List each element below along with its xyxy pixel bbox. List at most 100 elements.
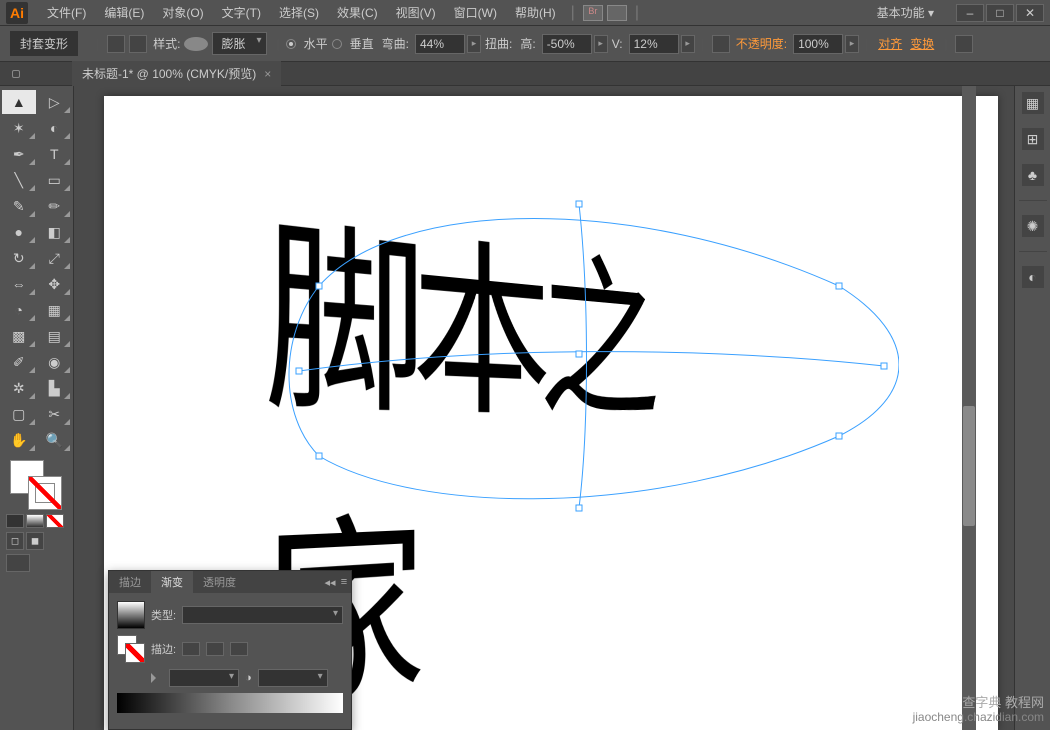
vertical-scrollbar[interactable]	[962, 86, 976, 730]
panel-icon-4[interactable]: ✺	[1022, 215, 1044, 237]
envelope-warp-icon[interactable]	[129, 35, 147, 53]
selection-tool[interactable]: ▲	[2, 90, 36, 114]
scrollbar-thumb[interactable]	[963, 406, 975, 526]
gradient-tool[interactable]: ▤	[38, 324, 72, 348]
menu-file[interactable]: 文件(F)	[38, 4, 95, 21]
panel-tab-gradient[interactable]: 渐变	[151, 571, 193, 593]
menu-effect[interactable]: 效果(C)	[328, 4, 387, 21]
lasso-tool[interactable]: ◐	[38, 116, 72, 140]
gradient-preview-swatch[interactable]	[117, 601, 145, 629]
screen-mode[interactable]	[2, 554, 71, 572]
panel-divider-2	[1019, 251, 1047, 252]
scale-tool[interactable]: ⤢	[38, 246, 72, 270]
watermark-url: jiaocheng.chazidian.com	[913, 710, 1044, 724]
toolbox: ▲ ▷ ✶ ◐ ✒ T ╲ ▭ ✎ ✏ ● ◧ ↻ ⤢ ⇔ ✥ ◔ ▦ ▩ ▤ …	[0, 86, 74, 730]
type-tool[interactable]: T	[38, 142, 72, 166]
zoom-tool[interactable]: 🔍	[38, 428, 72, 452]
tab-indicator-icon[interactable]	[12, 70, 20, 78]
aspect-icon: ◑	[245, 672, 252, 684]
free-transform-tool[interactable]: ✥	[38, 272, 72, 296]
angle-input[interactable]	[169, 669, 239, 687]
blob-brush-tool[interactable]: ●	[2, 220, 36, 244]
draw-normal-icon[interactable]: ◻	[6, 532, 24, 550]
options-title: 封套变形	[10, 31, 78, 56]
panel-icon-5[interactable]: ◐	[1022, 266, 1044, 288]
align-link[interactable]: 对齐	[878, 35, 902, 52]
draw-behind-icon[interactable]: ◼	[26, 532, 44, 550]
warp-style-dropdown[interactable]: 膨胀	[212, 32, 266, 55]
panel-icon-2[interactable]: ⊞	[1022, 128, 1044, 150]
opacity-stepper[interactable]: ▸	[845, 35, 859, 53]
rectangle-tool[interactable]: ▭	[38, 168, 72, 192]
transform-link[interactable]: 变换	[910, 35, 934, 52]
pencil-tool[interactable]: ✏	[38, 194, 72, 218]
magic-wand-tool[interactable]: ✶	[2, 116, 36, 140]
menu-select[interactable]: 选择(S)	[270, 4, 328, 21]
line-tool[interactable]: ╲	[2, 168, 36, 192]
isolate-icon[interactable]	[955, 35, 973, 53]
dist-h-stepper[interactable]: ▸	[594, 35, 608, 53]
shape-builder-tool[interactable]: ◔	[2, 298, 36, 322]
gradient-type-dropdown[interactable]	[182, 606, 343, 624]
eraser-tool[interactable]: ◧	[38, 220, 72, 244]
panel-icon-3[interactable]: ♣	[1022, 164, 1044, 186]
arrange-docs-button[interactable]	[607, 5, 627, 21]
panel-tab-transparency[interactable]: 透明度	[193, 571, 246, 593]
menu-window[interactable]: 窗口(W)	[445, 4, 506, 21]
slice-tool[interactable]: ✂	[38, 402, 72, 426]
menu-object[interactable]: 对象(O)	[153, 4, 212, 21]
stroke-mode-2-icon[interactable]	[206, 642, 224, 656]
stroke-color[interactable]	[28, 476, 62, 510]
gradient-fill-stroke-swatch[interactable]	[117, 635, 145, 663]
panel-menu-icon[interactable]: ≡	[337, 576, 351, 588]
distort-h-input[interactable]: -50%	[542, 34, 592, 54]
envelope-outline[interactable]	[279, 176, 899, 536]
minimize-button[interactable]: –	[956, 4, 984, 22]
pen-tool[interactable]: ✒	[2, 142, 36, 166]
bridge-button[interactable]: Br	[583, 5, 603, 21]
symbol-sprayer-tool[interactable]: ✲	[2, 376, 36, 400]
panel-tab-stroke[interactable]: 描边	[109, 571, 151, 593]
rotate-tool[interactable]: ↻	[2, 246, 36, 270]
opacity-input[interactable]: 100%	[793, 34, 843, 54]
panel-collapse-icon[interactable]: ◂◂	[323, 576, 337, 589]
panel-icon-1[interactable]: ▦	[1022, 92, 1044, 114]
graph-tool[interactable]: ▙	[38, 376, 72, 400]
envelope-mesh-icon[interactable]	[107, 35, 125, 53]
gradient-ramp[interactable]	[117, 693, 343, 713]
paintbrush-tool[interactable]: ✎	[2, 194, 36, 218]
color-solid-icon[interactable]	[6, 514, 24, 528]
fill-stroke-swatch[interactable]	[2, 458, 71, 510]
maximize-button[interactable]: □	[986, 4, 1014, 22]
direct-selection-tool[interactable]: ▷	[38, 90, 72, 114]
document-tab[interactable]: 未标题-1* @ 100% (CMYK/预览) ×	[72, 61, 281, 86]
menu-help[interactable]: 帮助(H)	[506, 4, 565, 21]
dist-v-stepper[interactable]: ▸	[681, 35, 695, 53]
artboard-tool[interactable]: ▢	[2, 402, 36, 426]
color-gradient-icon[interactable]	[26, 514, 44, 528]
hand-tool[interactable]: ✋	[2, 428, 36, 452]
close-button[interactable]: ✕	[1016, 4, 1044, 22]
horizontal-radio[interactable]	[286, 39, 296, 49]
aspect-input[interactable]	[258, 669, 328, 687]
gradient-panel[interactable]: 描边 渐变 透明度 ◂◂ ≡ 类型: 描边: ◑	[108, 570, 352, 730]
eyedropper-tool[interactable]: ✐	[2, 350, 36, 374]
vertical-radio[interactable]	[332, 39, 342, 49]
stroke-mode-3-icon[interactable]	[230, 642, 248, 656]
bend-input[interactable]: 44%	[415, 34, 465, 54]
perspective-tool[interactable]: ▦	[38, 298, 72, 322]
blend-tool[interactable]: ◉	[38, 350, 72, 374]
envelope-options-icon[interactable]	[712, 35, 730, 53]
distort-v-input[interactable]: 12%	[629, 34, 679, 54]
mesh-tool[interactable]: ▩	[2, 324, 36, 348]
workspace-switcher[interactable]: 基本功能 ▾	[869, 4, 942, 21]
color-none-icon[interactable]	[46, 514, 64, 528]
bend-stepper[interactable]: ▸	[467, 35, 481, 53]
right-panel-strip: ▦ ⊞ ♣ ✺ ◐	[1014, 86, 1050, 730]
stroke-mode-1-icon[interactable]	[182, 642, 200, 656]
menu-view[interactable]: 视图(V)	[387, 4, 445, 21]
menu-type[interactable]: 文字(T)	[213, 4, 270, 21]
width-tool[interactable]: ⇔	[2, 272, 36, 296]
tab-close-icon[interactable]: ×	[264, 67, 271, 81]
menu-edit[interactable]: 编辑(E)	[95, 4, 153, 21]
